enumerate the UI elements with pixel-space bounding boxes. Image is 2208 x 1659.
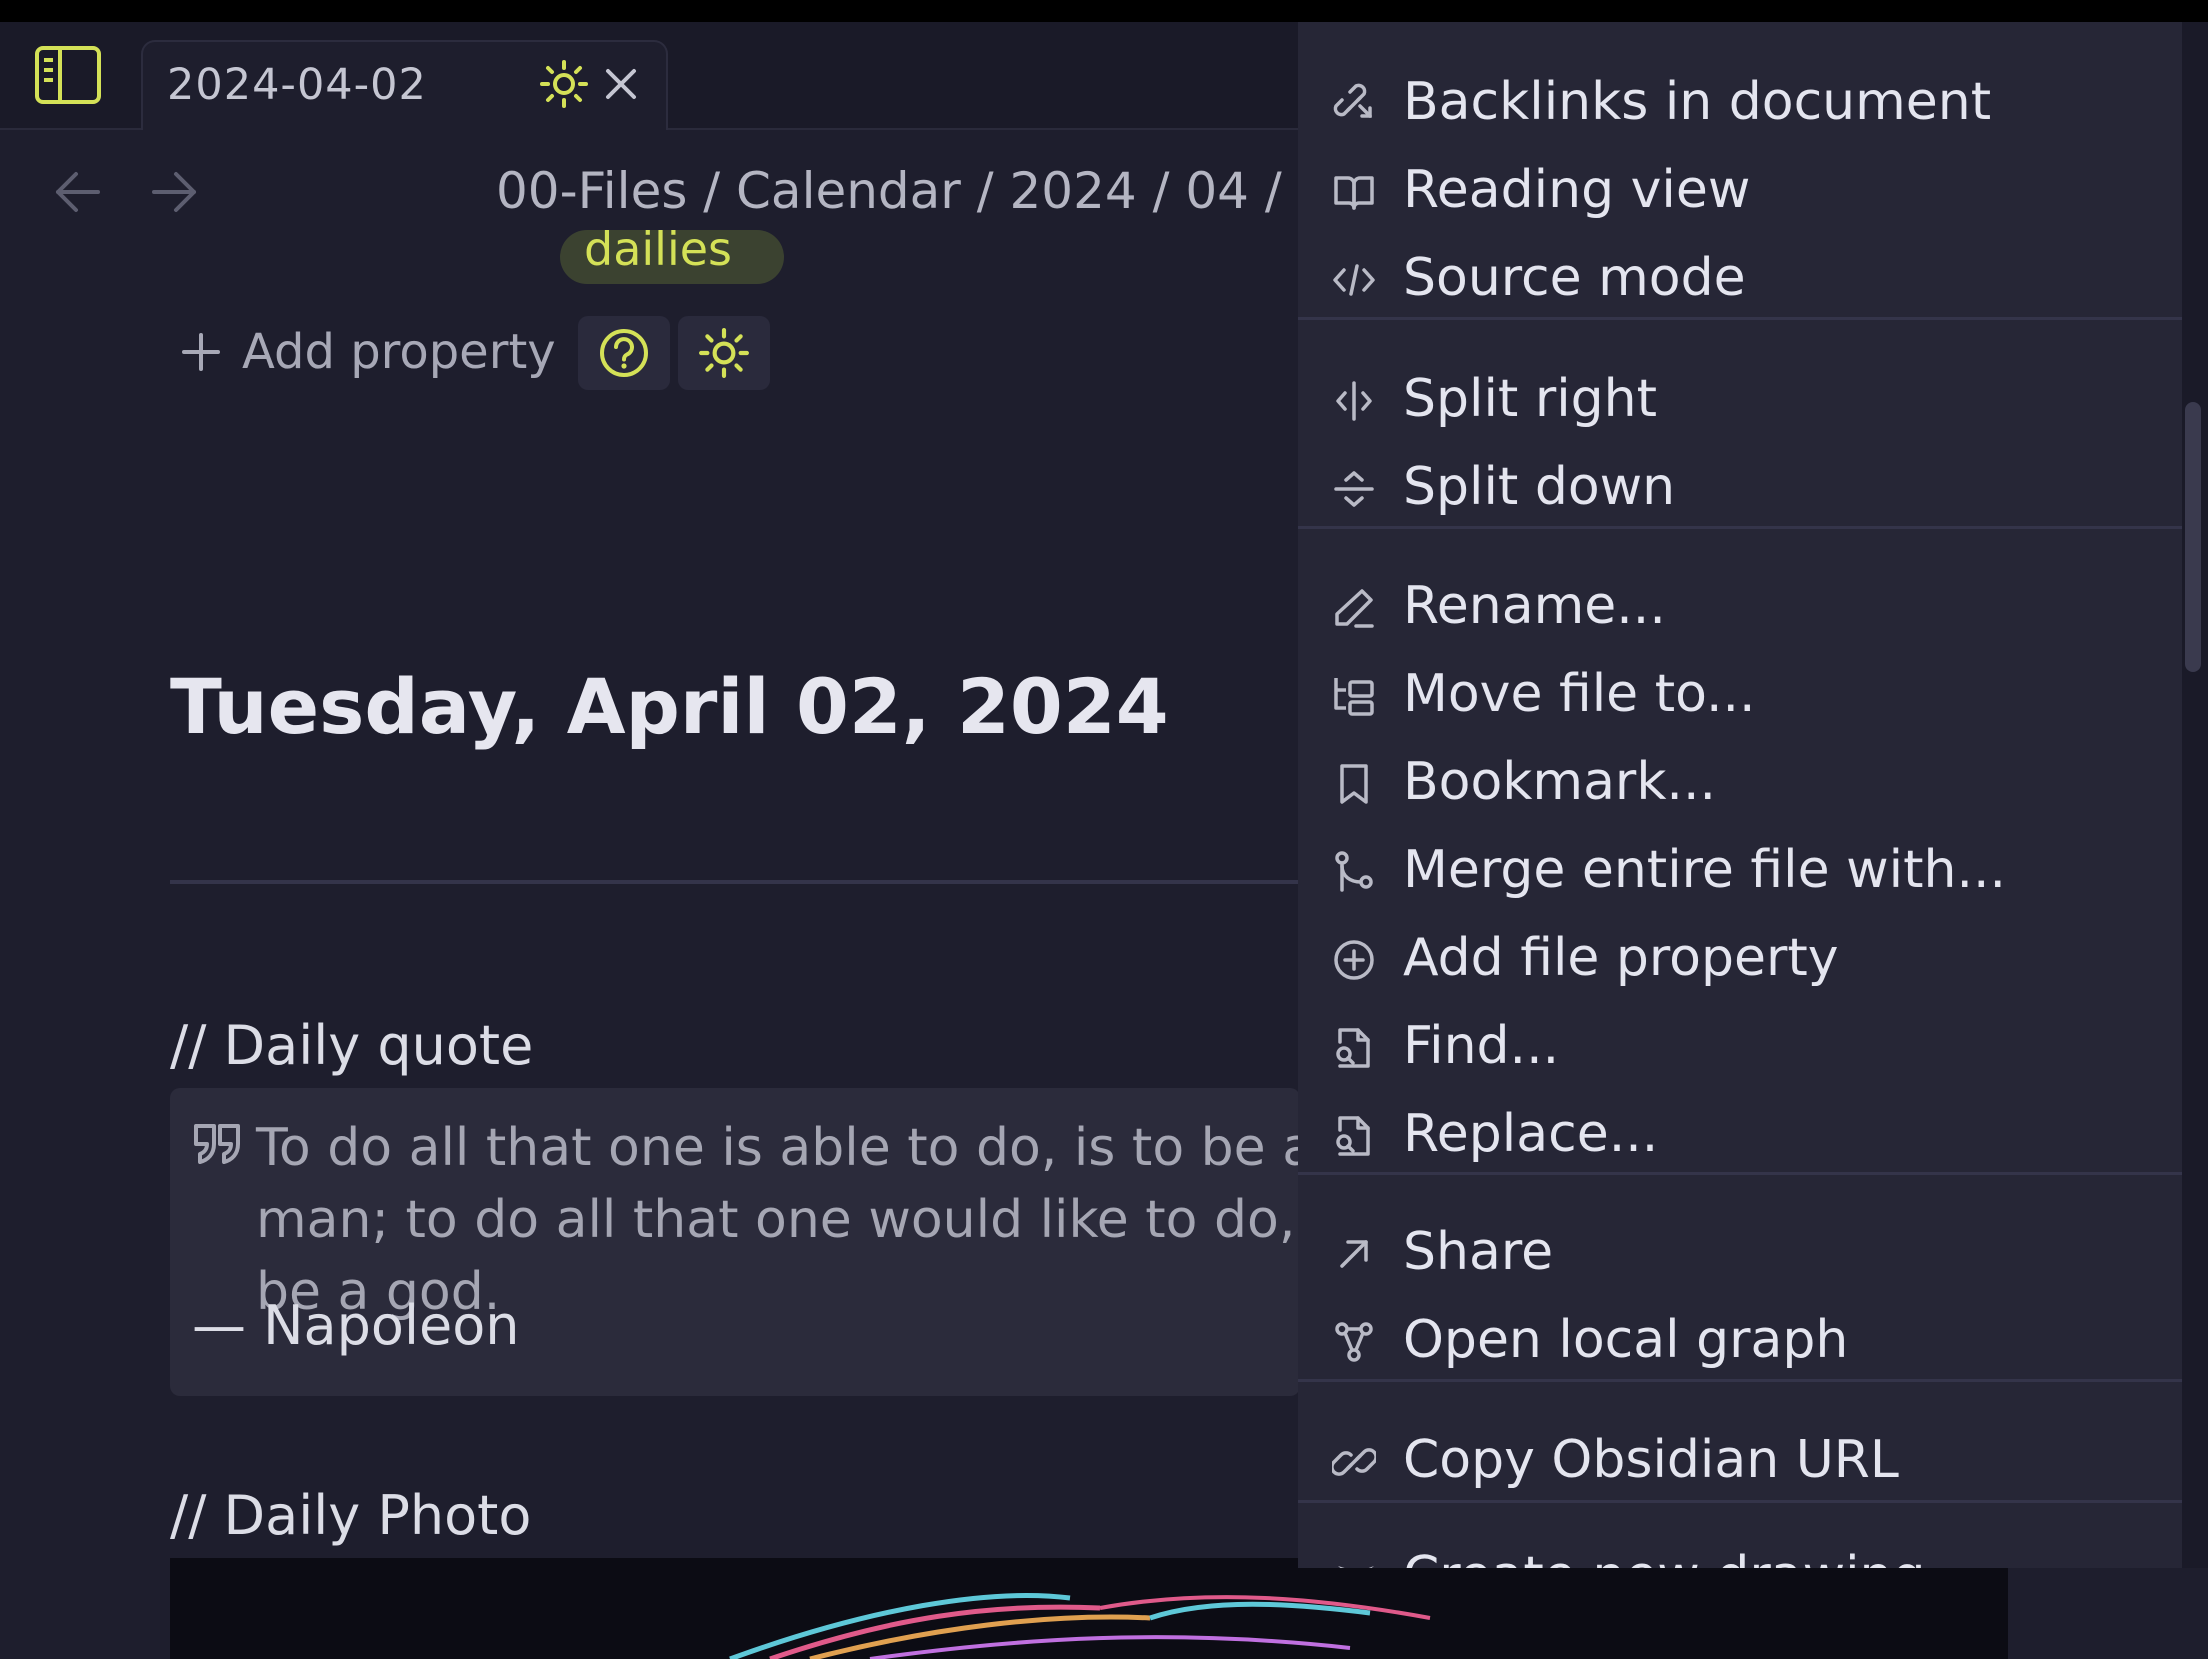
menu-item-label: Rename...: [1403, 576, 1666, 636]
forward-arrow-icon[interactable]: [148, 166, 200, 218]
menu-item-split-down[interactable]: Split down: [1298, 449, 2182, 529]
folder-tree-icon: [1334, 678, 1374, 716]
menu-item-label: Add file property: [1403, 928, 1839, 988]
quote-author: — Napoleon: [192, 1294, 520, 1357]
sun-icon[interactable]: [539, 59, 589, 109]
menu-separator: [1298, 317, 2182, 320]
menu-item-backlinks-in-document[interactable]: Backlinks in document: [1298, 64, 2182, 144]
file-replace-icon: [1336, 1116, 1370, 1156]
back-arrow-icon[interactable]: [52, 166, 104, 218]
property-label: [186, 240, 336, 256]
quote-icon: [194, 1124, 240, 1164]
more-options-menu: Backlinks in document Reading view Sourc…: [1298, 22, 2182, 1568]
book-open-icon: [1334, 176, 1374, 210]
menu-item-move-file[interactable]: Move file to...: [1298, 656, 2182, 736]
menu-item-label: Replace...: [1403, 1104, 1659, 1164]
tab-title: 2024-04-02: [167, 60, 427, 110]
sidebar-toggle-icon[interactable]: [34, 45, 102, 105]
daily-photo-heading: // Daily Photo: [170, 1484, 532, 1547]
help-button[interactable]: [578, 316, 670, 390]
menu-item-rename[interactable]: Rename...: [1298, 568, 2182, 648]
menu-separator: [1298, 526, 2182, 529]
menu-item-label: Split right: [1403, 369, 1658, 429]
menu-separator: [1298, 1172, 2182, 1175]
tag-pill[interactable]: dailies: [560, 230, 784, 284]
add-property-label: Add property: [242, 324, 556, 380]
split-down-icon: [1334, 471, 1374, 507]
daily-quote-heading: // Daily quote: [170, 1014, 534, 1077]
menu-item-label: Find...: [1403, 1016, 1560, 1076]
help-icon: [600, 329, 648, 377]
git-merge-icon: [1335, 851, 1373, 892]
menu-item-label: Split down: [1403, 457, 1676, 517]
daily-photo: [170, 1558, 2008, 1659]
menu-item-label: Backlinks in document: [1403, 72, 1992, 132]
menu-item-label: Move file to...: [1403, 664, 1756, 724]
arrow-up-right-icon: [1340, 1240, 1368, 1268]
menu-item-label: Copy Obsidian URL: [1403, 1430, 1899, 1490]
menu-item-label: Create new drawing: [1403, 1546, 1926, 1568]
menu-item-label: Merge entire file with...: [1403, 840, 2007, 900]
tab-active-note[interactable]: 2024-04-02: [141, 40, 668, 130]
menu-item-reading-view[interactable]: Reading view: [1298, 152, 2182, 232]
divider: [170, 880, 1300, 884]
menu-item-share[interactable]: Share: [1298, 1214, 2182, 1294]
graph-icon: [1335, 1322, 1373, 1362]
menu-item-replace[interactable]: Replace...: [1298, 1096, 2182, 1176]
window-top-bar: [0, 0, 2208, 22]
menu-item-bookmark[interactable]: Bookmark...: [1298, 744, 2182, 824]
tag-value: dailies: [584, 230, 732, 276]
quote-callout: To do all that one is able to do, is to …: [170, 1088, 1300, 1396]
menu-item-label: Source mode: [1403, 248, 1746, 308]
plus-icon: [182, 333, 220, 371]
menu-separator: [1298, 1379, 2182, 1382]
menu-item-open-local-graph[interactable]: Open local graph: [1298, 1302, 2182, 1382]
sun-icon: [699, 328, 749, 378]
menu-item-merge-file[interactable]: Merge entire file with...: [1298, 832, 2182, 912]
add-property-button[interactable]: Add property: [180, 324, 556, 380]
menu-item-create-new-drawing[interactable]: Create new drawing: [1298, 1538, 2182, 1568]
menu-item-label: Open local graph: [1403, 1310, 1849, 1370]
code-icon: [1333, 264, 1375, 296]
theme-toggle-button[interactable]: [678, 316, 770, 390]
menu-item-source-mode[interactable]: Source mode: [1298, 240, 2182, 320]
note-title: Tuesday, April 02, 2024: [170, 662, 1169, 751]
menu-item-split-right[interactable]: Split right: [1298, 361, 2182, 441]
pencil-icon: [1335, 589, 1374, 628]
split-right-icon: [1336, 381, 1372, 421]
menu-item-copy-obsidian-url[interactable]: Copy Obsidian URL: [1298, 1422, 2182, 1502]
menu-item-label: Reading view: [1403, 160, 1751, 220]
menu-item-label: Share: [1403, 1222, 1554, 1282]
menu-scrollbar[interactable]: [2185, 402, 2201, 672]
menu-scroll-track: [2182, 22, 2208, 1568]
breadcrumb[interactable]: 00-Files / Calendar / 2024 / 04 / 2: [496, 162, 1298, 220]
menu-item-add-file-property[interactable]: Add file property: [1298, 920, 2182, 1000]
excalidraw-icon: [1338, 1566, 1374, 1568]
menu-item-label: Bookmark...: [1403, 752, 1717, 812]
close-icon[interactable]: [598, 61, 644, 107]
bookmark-icon: [1340, 764, 1368, 804]
menu-separator: [1298, 1500, 2182, 1503]
menu-item-find[interactable]: Find...: [1298, 1008, 2182, 1088]
backlinks-icon: [1333, 83, 1372, 118]
plus-circle-icon: [1334, 940, 1374, 980]
file-search-icon: [1336, 1028, 1370, 1068]
link-icon: [1332, 1448, 1376, 1476]
